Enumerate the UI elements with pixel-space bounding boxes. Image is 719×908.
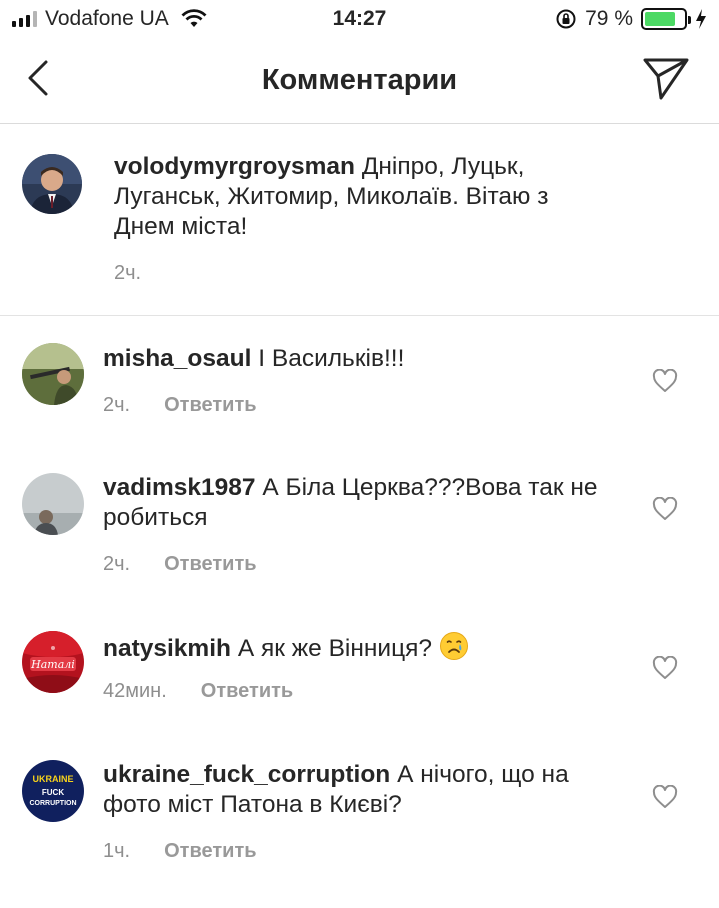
comment-item: UKRAINE FUCK CORRUPTION ukraine_fuck_cor…: [0, 740, 719, 908]
username-link[interactable]: volodymyrgroysman: [114, 153, 355, 180]
avatar[interactable]: [22, 154, 82, 214]
comment-timestamp: 42мин.: [103, 680, 167, 702]
reply-button[interactable]: Ответить: [164, 394, 256, 417]
svg-text:CORRUPTION: CORRUPTION: [29, 800, 76, 807]
comment-text: ukraine_fuck_corruption А нічого, що на …: [103, 760, 623, 820]
crying-face-icon: [439, 632, 468, 660]
svg-text:FUCK: FUCK: [42, 788, 64, 797]
svg-text:Наталі: Наталі: [30, 658, 75, 671]
comment-meta: 42мин. Ответить: [103, 680, 293, 703]
comment-item: misha_osaul І Васильків!!! 2ч. Ответить: [0, 316, 719, 453]
comment-meta: 2ч. Ответить: [103, 394, 257, 417]
heart-icon[interactable]: [652, 369, 678, 393]
comment-body: А як же Вінниця?: [237, 635, 433, 662]
username-link[interactable]: misha_osaul: [103, 345, 251, 372]
comment-item: vadimsk1987 А Біла Церква???Вова так не …: [0, 453, 719, 603]
username-link[interactable]: natysikmih: [103, 635, 231, 662]
comment-timestamp: 2ч.: [103, 553, 131, 575]
comment-item: Наталі natysikmih А як же Вінниця? 42мин…: [0, 603, 719, 740]
comment-body: І Васильків!!!: [258, 345, 405, 372]
reply-button[interactable]: Ответить: [164, 840, 256, 863]
comment-meta: 2ч. Ответить: [103, 553, 257, 576]
avatar[interactable]: [22, 473, 84, 535]
comment-timestamp: 1ч.: [103, 840, 131, 862]
battery-percent: 79 %: [585, 7, 633, 30]
comment-text: vadimsk1987 А Біла Церква???Вова так не …: [103, 473, 623, 533]
comment-text: misha_osaul І Васильків!!!: [103, 344, 623, 374]
avatar[interactable]: [22, 343, 84, 405]
username-link[interactable]: ukraine_fuck_corruption: [103, 761, 390, 788]
battery-icon: [641, 8, 691, 30]
avatar[interactable]: Наталі: [22, 631, 84, 693]
comment-timestamp: 2ч.: [103, 394, 131, 416]
svg-text:UKRAINE: UKRAINE: [32, 774, 73, 784]
page-title: Комментарии: [261, 64, 458, 96]
heart-icon[interactable]: [652, 497, 678, 521]
status-right: 79 %: [555, 7, 707, 31]
post-caption: volodymyrgroysman Дніпро, Луцьк, Лугансь…: [0, 124, 719, 316]
heart-icon[interactable]: [652, 785, 678, 809]
caption-text: volodymyrgroysman Дніпро, Луцьк, Лугансь…: [114, 152, 614, 242]
caption-timestamp: 2ч.: [114, 262, 142, 284]
username-link[interactable]: vadimsk1987: [103, 474, 256, 501]
avatar[interactable]: UKRAINE FUCK CORRUPTION: [22, 760, 84, 822]
status-bar: Vodafone UA 14:27 79 %: [0, 0, 719, 40]
charging-bolt-icon: [696, 9, 706, 29]
comment-meta: 1ч. Ответить: [103, 840, 257, 863]
comment-text: natysikmih А як же Вінниця?: [103, 631, 623, 664]
comments-header: Комментарии: [0, 40, 719, 124]
heart-icon[interactable]: [652, 656, 678, 680]
reply-button[interactable]: Ответить: [201, 680, 293, 703]
reply-button[interactable]: Ответить: [164, 553, 256, 576]
direct-send-icon[interactable]: [641, 54, 691, 102]
battery-level: [645, 12, 676, 26]
rotation-lock-icon: [556, 9, 576, 29]
